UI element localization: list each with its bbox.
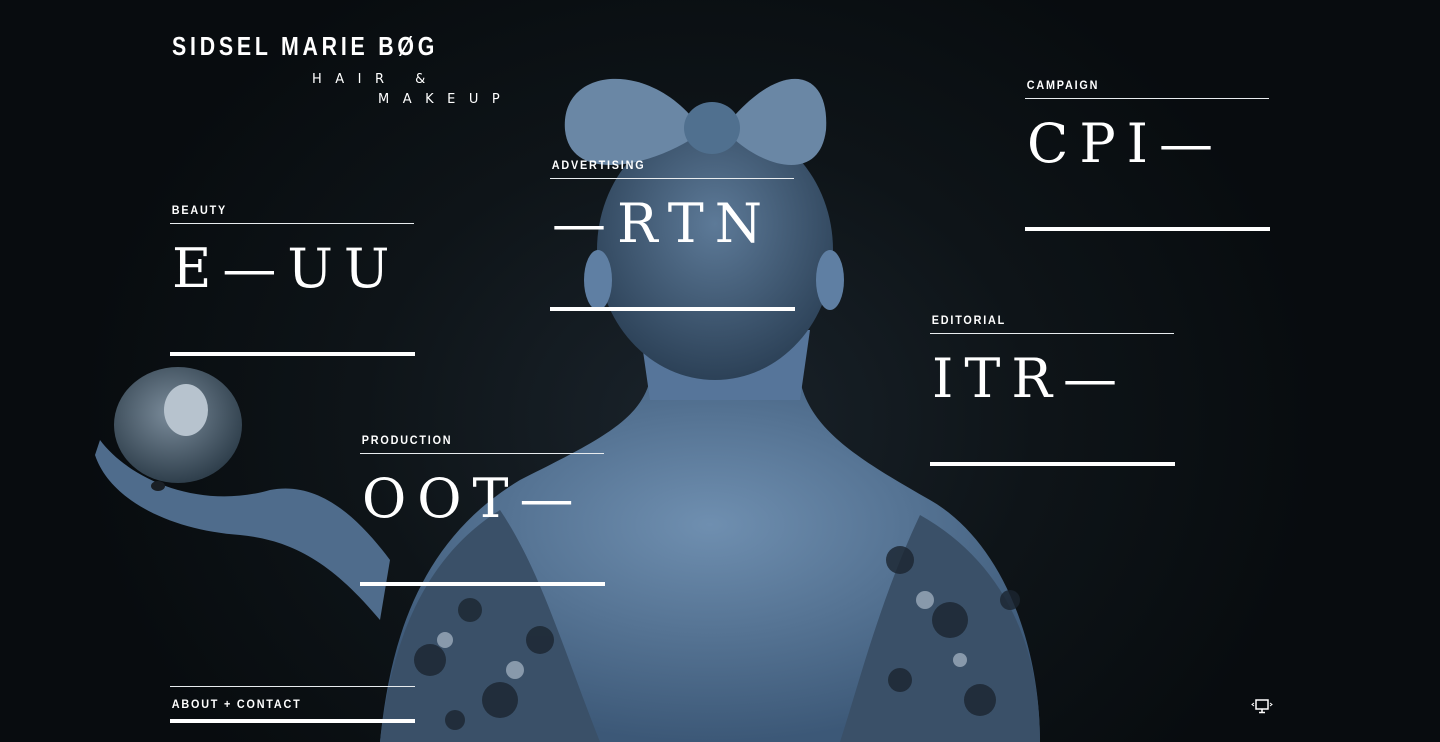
about-underline <box>170 719 415 723</box>
tile-label: ADVERTISING <box>551 158 646 172</box>
about-contact[interactable]: ABOUT + CONTACT <box>170 686 415 723</box>
tile-campaign[interactable]: CAMPAIGN CPI— <box>1025 79 1270 231</box>
fullscreen-button[interactable] <box>1249 696 1275 716</box>
tile-underline <box>1025 227 1270 231</box>
site-title[interactable]: SIDSEL MARIE BØG <box>172 30 438 62</box>
tile-underline <box>360 582 605 586</box>
brand[interactable]: SIDSEL MARIE BØG HAIR & MAKEUP <box>172 30 500 107</box>
tile-underline <box>550 307 795 311</box>
tagline-line-1: HAIR & <box>312 72 439 87</box>
tile-underline <box>170 352 415 356</box>
about-contact-link[interactable]: ABOUT + CONTACT <box>170 697 391 711</box>
about-divider <box>170 686 415 687</box>
tile-word: —RTN <box>552 192 773 255</box>
tile-word: ITR— <box>932 347 1129 410</box>
tile-label: EDITORIAL <box>931 313 1007 327</box>
monitor-icon <box>1251 699 1273 714</box>
tile-word: CPI— <box>1027 112 1224 175</box>
tile-label: CAMPAIGN <box>1026 78 1100 92</box>
tile-beauty[interactable]: BEAUTY E—UU <box>170 204 415 356</box>
tile-word: OOT— <box>362 467 585 530</box>
tagline-line-2: MAKEUP <box>378 92 514 107</box>
tile-production[interactable]: PRODUCTION OOT— <box>360 434 605 586</box>
tile-label: PRODUCTION <box>361 433 453 447</box>
tile-underline <box>930 462 1175 466</box>
tile-editorial[interactable]: EDITORIAL ITR— <box>930 314 1175 466</box>
tile-advertising[interactable]: ADVERTISING —RTN <box>550 159 795 311</box>
tile-word: E—UU <box>172 237 401 300</box>
tile-label: BEAUTY <box>171 203 228 217</box>
